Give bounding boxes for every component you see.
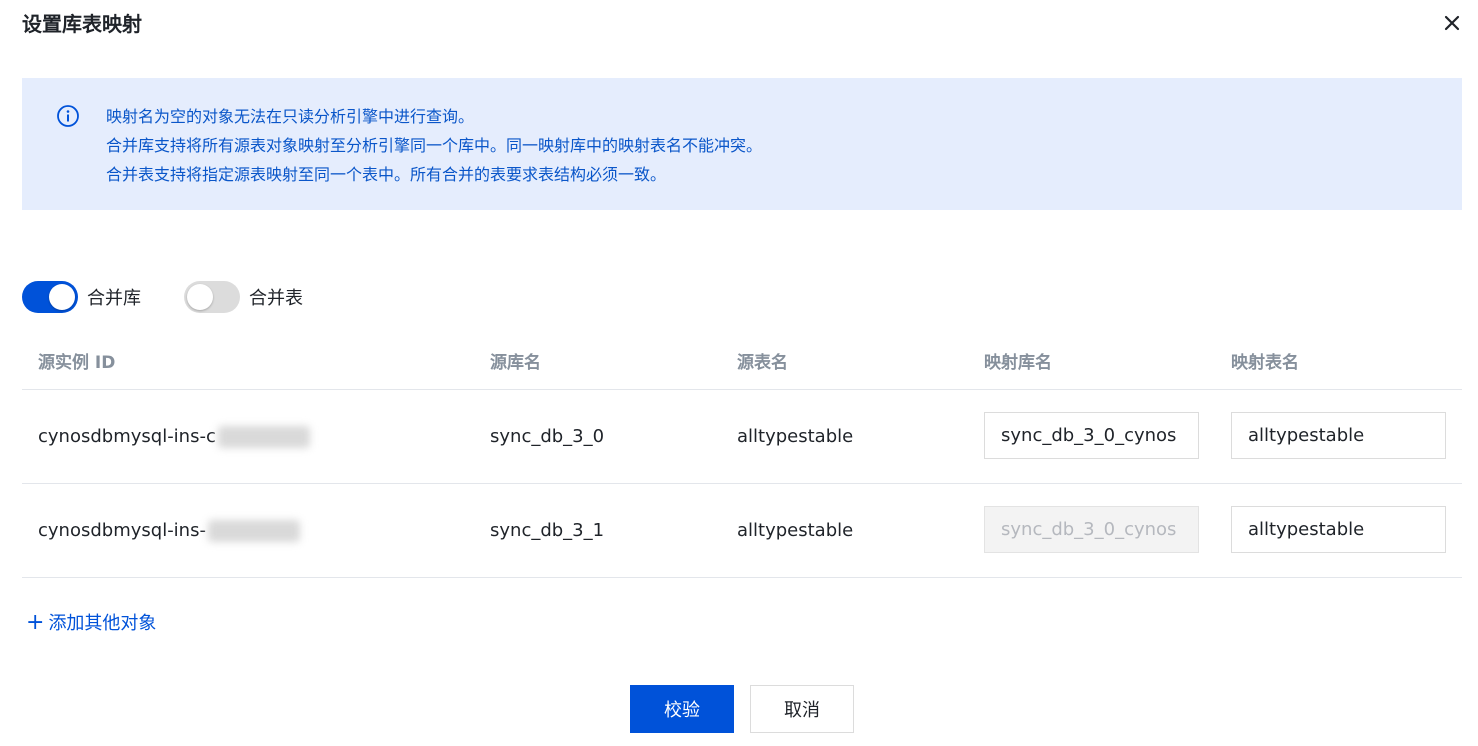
merge-db-label: 合并库 — [87, 288, 141, 309]
info-line: 合并表支持将指定源表映射至同一个表中。所有合并的表要求表结构必须一致。 — [106, 165, 667, 184]
table-row: cynosdbmysql-ins- sync_db_3_1 alltypesta… — [22, 484, 1462, 578]
merge-table-label: 合并表 — [249, 288, 303, 309]
info-circle-icon — [56, 104, 80, 128]
instance-id-cell: cynosdbmysql-ins-c — [38, 426, 310, 448]
verify-button[interactable]: 校验 — [630, 685, 734, 733]
instance-id-cell: cynosdbmysql-ins- — [38, 520, 300, 542]
mapped-table-input[interactable] — [1231, 412, 1446, 459]
source-table-cell: alltypestable — [737, 520, 854, 541]
instance-id-text: cynosdbmysql-ins- — [38, 520, 206, 541]
dialog-title: 设置库表映射 — [22, 12, 142, 36]
merge-db-toggle[interactable] — [22, 281, 78, 313]
info-banner: 映射名为空的对象无法在只读分析引擎中进行查询。 合并库支持将所有源表对象映射至分… — [22, 78, 1462, 210]
source-table-cell: alltypestable — [737, 426, 854, 447]
plus-icon: + — [26, 610, 45, 635]
add-other-object-link[interactable]: + 添加其他对象 — [26, 609, 156, 635]
cancel-button[interactable]: 取消 — [750, 685, 854, 733]
header-mapped-db: 映射库名 — [984, 353, 1052, 373]
toggle-knob — [49, 284, 75, 310]
toggle-knob — [187, 284, 213, 310]
table-row: cynosdbmysql-ins-c sync_db_3_0 alltypest… — [22, 390, 1462, 484]
merge-table-toggle[interactable] — [184, 281, 240, 313]
info-line: 合并库支持将所有源表对象映射至分析引擎同一个库中。同一映射库中的映射表名不能冲突… — [106, 136, 763, 155]
info-text: 映射名为空的对象无法在只读分析引擎中进行查询。 合并库支持将所有源表对象映射至分… — [106, 102, 762, 189]
close-icon[interactable] — [1441, 12, 1463, 34]
mapping-table: 源实例 ID 源库名 源表名 映射库名 映射表名 cynosdbmysql-in… — [22, 332, 1462, 578]
add-other-label: 添加其他对象 — [48, 613, 157, 634]
merge-db-toggle-group: 合并库 — [22, 281, 141, 313]
instance-id-text: cynosdbmysql-ins-c — [38, 426, 216, 447]
source-db-cell: sync_db_3_0 — [490, 426, 605, 447]
redacted-blur — [207, 520, 300, 542]
mapped-db-input[interactable] — [984, 412, 1199, 459]
header-instance-id: 源实例 ID — [38, 353, 116, 373]
redacted-blur — [217, 426, 310, 448]
mapped-db-input-disabled — [984, 506, 1199, 553]
header-source-db: 源库名 — [490, 353, 541, 373]
table-header: 源实例 ID 源库名 源表名 映射库名 映射表名 — [22, 332, 1462, 390]
header-source-table: 源表名 — [737, 353, 788, 373]
source-db-cell: sync_db_3_1 — [490, 520, 605, 541]
info-line: 映射名为空的对象无法在只读分析引擎中进行查询。 — [106, 107, 475, 126]
merge-table-toggle-group: 合并表 — [184, 281, 303, 313]
header-mapped-table: 映射表名 — [1231, 353, 1299, 373]
mapped-table-input[interactable] — [1231, 506, 1446, 553]
